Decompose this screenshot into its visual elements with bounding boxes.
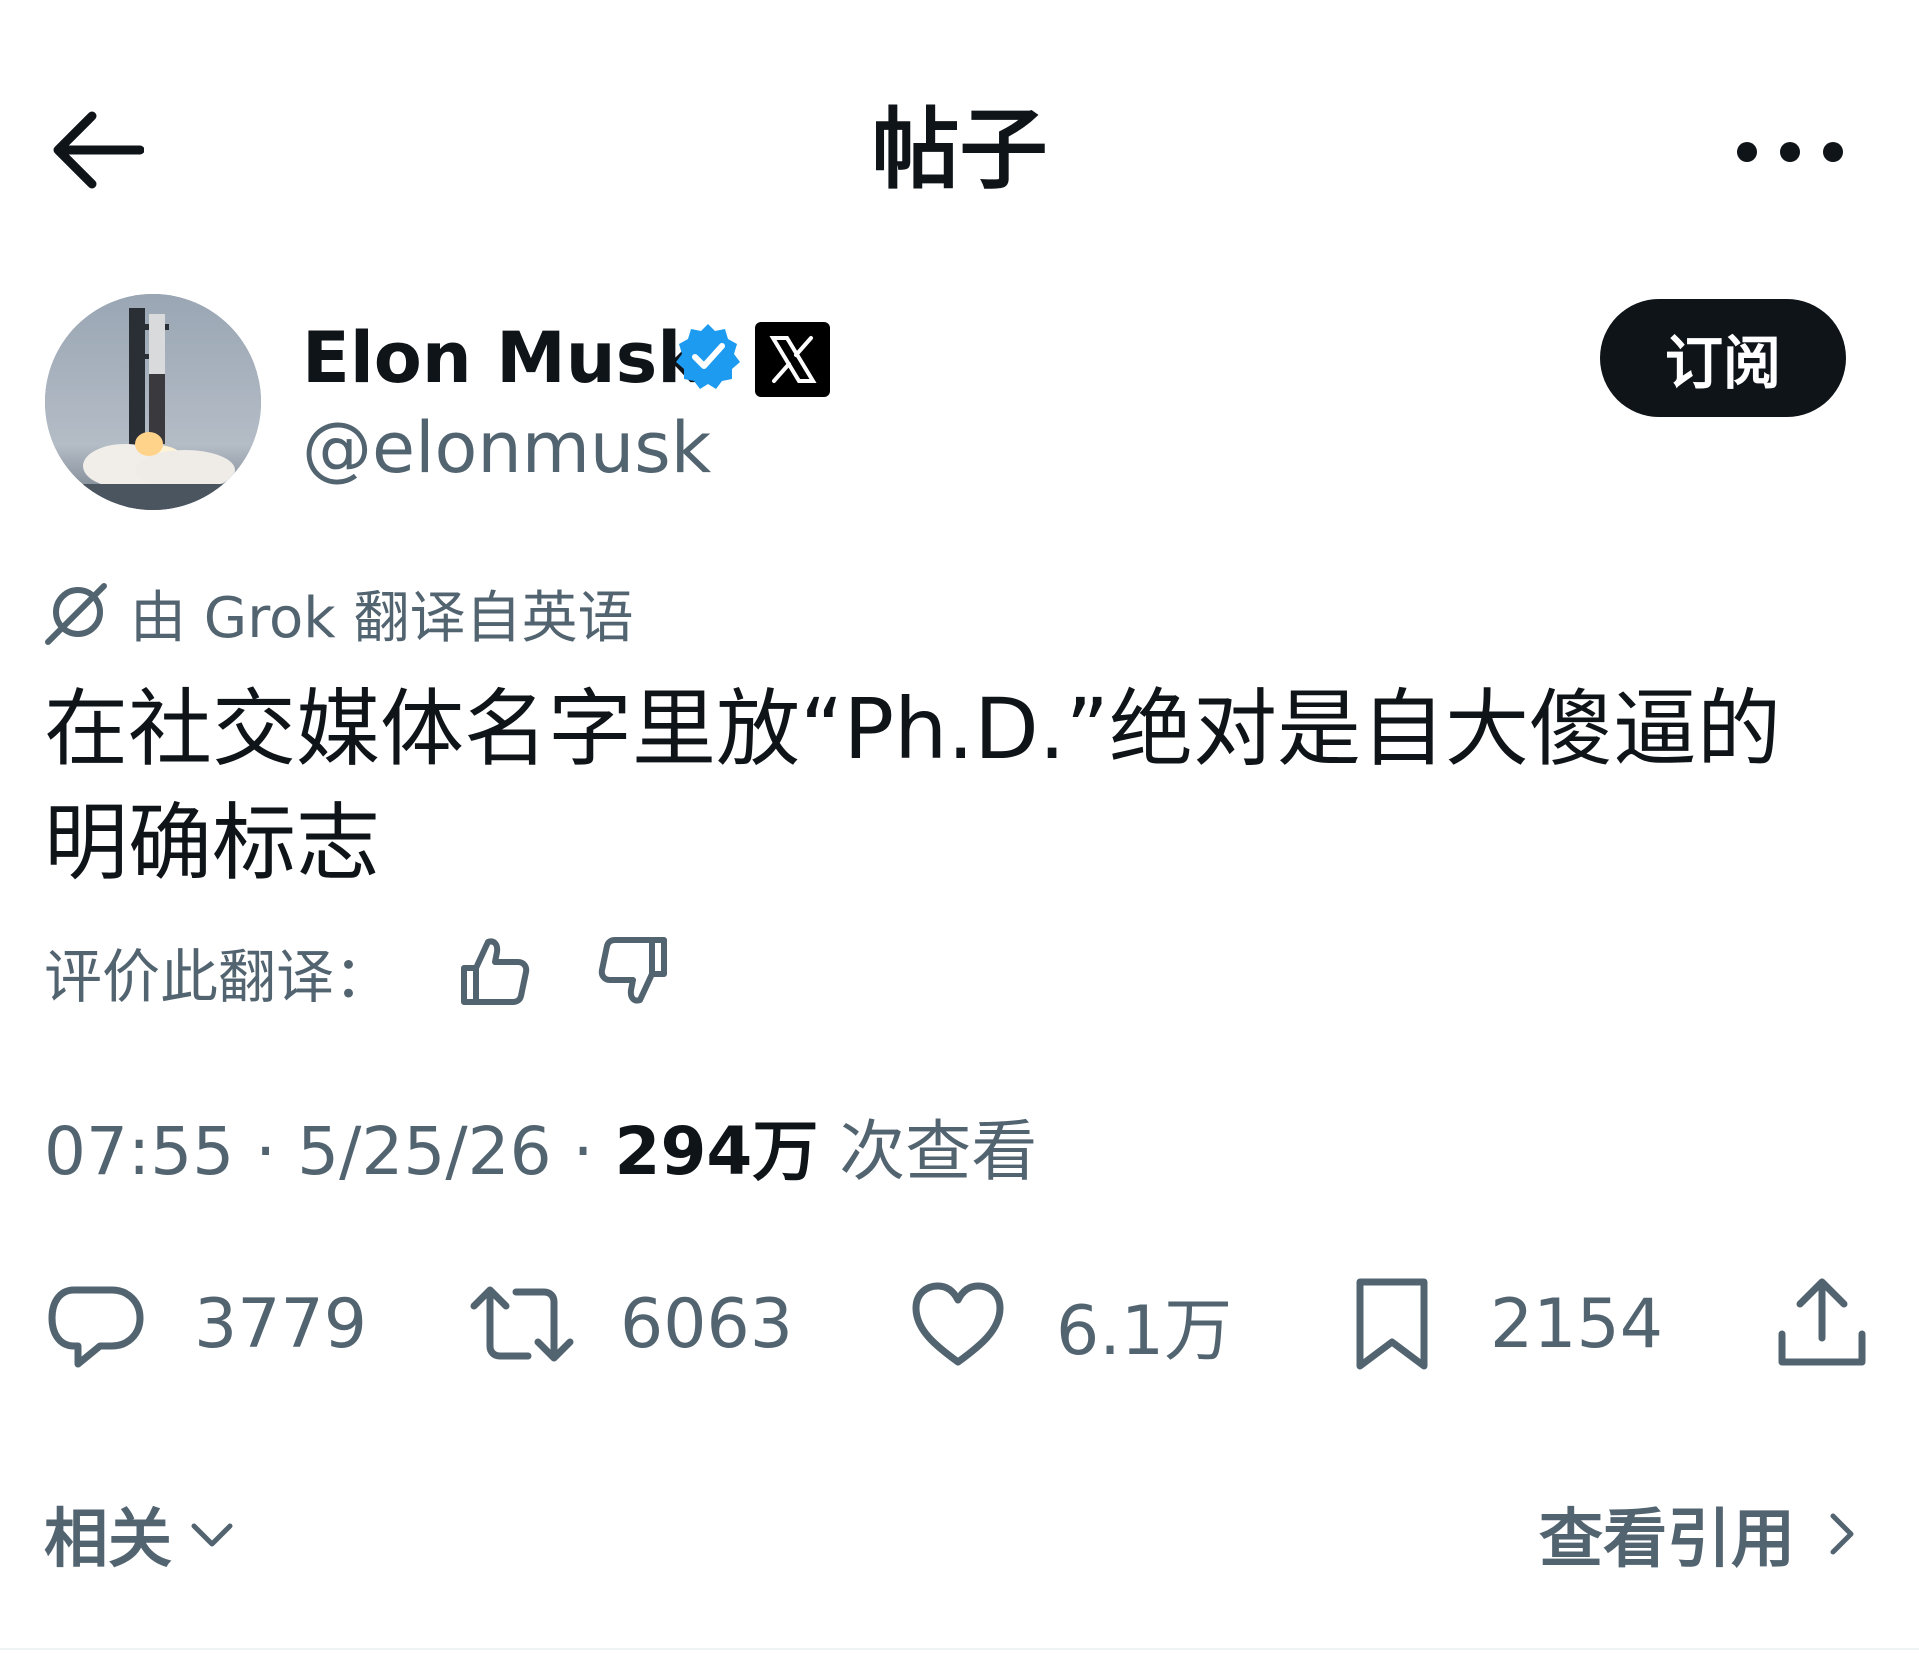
- like-button[interactable]: 6.1万: [906, 1272, 1232, 1376]
- reply-bubble-icon: [48, 1286, 144, 1368]
- translation-source-text: 由 Grok 翻译自英语: [130, 585, 634, 651]
- share-button[interactable]: [1770, 1272, 1874, 1376]
- bookmark-icon: [1356, 1278, 1428, 1370]
- divider: [0, 1648, 1919, 1650]
- tweet-date[interactable]: 5/25/26: [297, 1113, 551, 1190]
- thumbs-up-button[interactable]: [458, 934, 532, 1008]
- heart-icon: [912, 1282, 1004, 1366]
- repost-icon: [470, 1286, 574, 1362]
- views-count[interactable]: 294万: [615, 1113, 819, 1190]
- post-page: 帖子 Elon Musk @elonmusk 订阅 由 Grok 翻译自英语 在…: [0, 0, 1919, 1654]
- display-name[interactable]: Elon Musk: [302, 318, 704, 398]
- bookmark-count: 2154: [1490, 1284, 1664, 1364]
- bookmark-button[interactable]: 2154: [1340, 1272, 1663, 1376]
- meta-separator: ·: [551, 1113, 615, 1190]
- translation-note: 由 Grok 翻译自英语: [42, 578, 633, 651]
- views-label: 次查看: [818, 1113, 1038, 1190]
- related-label: 相关: [44, 1503, 172, 1577]
- chevron-right-icon: [1830, 1513, 1854, 1555]
- repost-button[interactable]: 6063: [470, 1272, 793, 1376]
- tweet-time[interactable]: 07:55: [44, 1113, 234, 1190]
- subscribe-button[interactable]: 订阅: [1600, 299, 1846, 417]
- related-dropdown[interactable]: 相关: [44, 1488, 238, 1580]
- verified-badge-icon: [674, 322, 742, 390]
- rate-translation-label: 评价此翻译：: [44, 943, 393, 1011]
- page-title: 帖子: [871, 98, 1048, 201]
- user-handle[interactable]: @elonmusk: [302, 408, 711, 488]
- thumbs-up-icon: [461, 938, 530, 1005]
- view-quotes-link[interactable]: 查看引用: [1539, 1488, 1867, 1580]
- avatar[interactable]: [45, 294, 261, 510]
- grok-icon: [45, 583, 107, 645]
- more-button[interactable]: [1735, 130, 1845, 174]
- tweet-meta: 07:55 · 5/25/26 · 294万 次查看: [44, 1112, 1037, 1192]
- rate-translation-row: 评价此翻译：: [44, 932, 392, 1012]
- more-horizontal-icon: [1737, 142, 1843, 162]
- rocket-launch-avatar-image: [45, 294, 261, 510]
- view-quotes-label: 查看引用: [1539, 1503, 1795, 1577]
- like-count: 6.1万: [1056, 1291, 1233, 1371]
- x-logo-icon: [755, 322, 830, 397]
- reply-button[interactable]: 3779: [44, 1272, 367, 1376]
- share-icon: [1778, 1278, 1866, 1366]
- chevron-down-icon: [191, 1523, 233, 1547]
- tweet-text: 在社交媒体名字里放“Ph.D.”绝对是自大傻逼的明确标志: [44, 680, 1782, 892]
- reply-count: 3779: [194, 1284, 368, 1364]
- repost-count: 6063: [620, 1284, 794, 1364]
- thumbs-down-icon: [598, 937, 667, 1004]
- meta-separator: ·: [234, 1113, 298, 1190]
- thumbs-down-button[interactable]: [596, 934, 670, 1008]
